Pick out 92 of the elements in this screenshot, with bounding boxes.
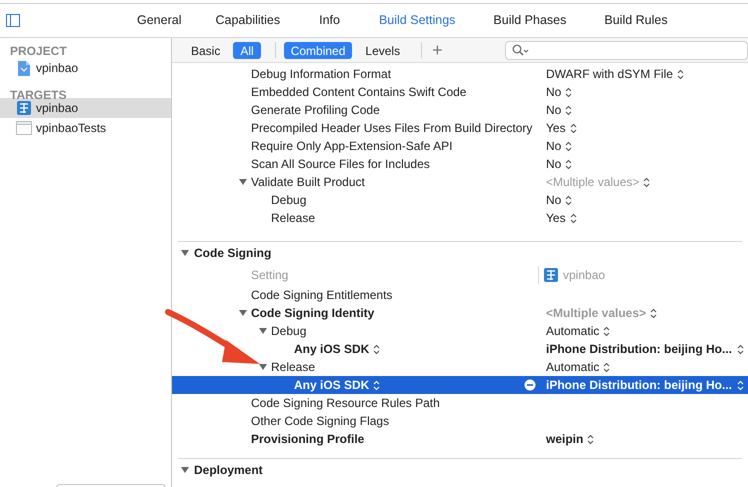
setting-value[interactable]: iPhone Distribution: beijing Ho... bbox=[546, 340, 748, 358]
filter-button[interactable]: Combined bbox=[284, 42, 352, 58]
setting-value[interactable]: weipin bbox=[546, 430, 748, 448]
tab[interactable]: Build Phases bbox=[493, 11, 566, 30]
setting-value[interactable]: Yes bbox=[546, 119, 748, 137]
setting-row[interactable]: Generate Profiling Code No bbox=[172, 101, 748, 119]
setting-label: Validate Built Product bbox=[251, 174, 365, 191]
popup-chevrons-icon bbox=[570, 122, 577, 134]
setting-label: Scan All Source Files for Includes bbox=[251, 156, 430, 173]
setting-label: Debug bbox=[271, 323, 306, 340]
setting-row[interactable]: Release Automatic bbox=[172, 358, 748, 376]
setting-row[interactable]: Embedded Content Contains Swift Code No bbox=[172, 83, 748, 101]
setting-label: Debug bbox=[271, 192, 306, 209]
setting-row[interactable]: Provisioning Profile weipin bbox=[172, 430, 748, 448]
setting-value[interactable]: No bbox=[546, 101, 748, 119]
setting-label: Require Only App-Extension-Safe API bbox=[251, 138, 452, 155]
filter-button[interactable]: Basic bbox=[184, 42, 228, 58]
setting-label: Precompiled Header Uses Files From Build Directory bbox=[251, 120, 532, 137]
sidebar-toggle-icon[interactable] bbox=[6, 14, 20, 27]
setting-row[interactable]: Code Signing Identity <Multiple values> bbox=[172, 304, 748, 322]
setting-value[interactable]: No bbox=[546, 83, 748, 101]
popup-chevrons-icon bbox=[737, 380, 744, 390]
document-icon bbox=[16, 60, 32, 76]
popup-chevrons-icon bbox=[603, 362, 610, 372]
setting-row[interactable]: Scan All Source Files for Includes No bbox=[172, 155, 748, 173]
filter-button[interactable]: Levels bbox=[358, 42, 408, 58]
popup-chevrons-icon bbox=[570, 212, 577, 224]
setting-value[interactable]: No bbox=[546, 155, 748, 173]
setting-row[interactable]: Precompiled Header Uses Files From Build Directory Yes bbox=[172, 119, 748, 137]
setting-label: Generate Profiling Code bbox=[251, 102, 380, 119]
setting-value[interactable]: No bbox=[546, 137, 748, 155]
popup-chevrons-icon bbox=[737, 344, 744, 354]
app-icon bbox=[16, 100, 32, 116]
popup-chevrons-icon bbox=[650, 308, 658, 318]
setting-label: Release bbox=[271, 359, 316, 376]
setting-label: Any iOS SDK bbox=[294, 377, 370, 394]
setting-row[interactable]: Any iOS SDK iPhone Distribution: beijing Ho... bbox=[172, 376, 748, 394]
add-button[interactable]: + bbox=[430, 41, 445, 59]
column-header: Setting bbox=[251, 268, 288, 282]
tab[interactable]: Capabilities bbox=[215, 11, 280, 30]
setting-row[interactable]: Code Signing Resource Rules Path bbox=[172, 394, 748, 412]
setting-label: Embedded Content Contains Swift Code bbox=[251, 84, 466, 101]
setting-label: Code Signing Entitlements bbox=[251, 287, 392, 304]
sidebar-heading: PROJECT bbox=[9, 43, 68, 58]
setting-row[interactable]: Other Code Signing Flags bbox=[172, 412, 748, 430]
popup-chevrons-icon bbox=[643, 176, 650, 188]
popup-chevrons-icon bbox=[587, 434, 594, 444]
setting-row[interactable]: Debug Automatic bbox=[172, 322, 748, 340]
tab[interactable]: General bbox=[137, 11, 182, 30]
setting-row[interactable]: Any iOS SDK iPhone Distribution: beijing Ho... bbox=[172, 340, 748, 358]
search-field[interactable] bbox=[504, 40, 748, 60]
popup-chevrons-icon bbox=[565, 104, 572, 116]
column-header: vpinbao bbox=[563, 267, 606, 284]
popup-chevrons-icon bbox=[565, 140, 572, 152]
setting-row[interactable]: Debug No bbox=[172, 191, 748, 209]
setting-label: Any iOS SDK bbox=[294, 341, 370, 358]
sidebar-item[interactable]: vpinbao bbox=[0, 58, 171, 78]
tab[interactable]: Info bbox=[319, 11, 340, 30]
section-header[interactable]: Deployment bbox=[172, 459, 748, 481]
setting-label: Provisioning Profile bbox=[251, 431, 364, 448]
blank-window-icon bbox=[16, 120, 32, 136]
filter-button[interactable]: All bbox=[233, 42, 261, 58]
setting-label: Code Signing Resource Rules Path bbox=[251, 395, 440, 412]
app-icon bbox=[543, 267, 559, 283]
setting-row[interactable]: Release Yes bbox=[172, 209, 748, 227]
setting-row[interactable]: Require Only App-Extension-Safe API No bbox=[172, 137, 748, 155]
setting-value[interactable]: Automatic bbox=[546, 358, 748, 376]
popup-chevrons-icon bbox=[603, 326, 610, 336]
popup-chevrons-icon bbox=[676, 68, 684, 80]
tab[interactable]: Build Settings bbox=[378, 11, 456, 30]
remove-icon[interactable] bbox=[524, 379, 536, 391]
setting-value[interactable]: Yes bbox=[546, 209, 748, 227]
popup-chevrons-icon bbox=[565, 194, 572, 206]
tab[interactable]: Build Rules bbox=[604, 11, 668, 30]
popup-chevrons-icon bbox=[565, 158, 572, 170]
search-icon bbox=[512, 44, 529, 56]
sidebar-item[interactable]: vpinbao bbox=[0, 98, 171, 118]
setting-label: Release bbox=[271, 210, 316, 227]
sidebar-heading: TARGETS bbox=[9, 87, 68, 98]
section-header[interactable]: Code Signing bbox=[172, 242, 748, 264]
setting-label: Code Signing Identity bbox=[251, 305, 374, 322]
popup-chevrons-icon bbox=[565, 86, 572, 98]
setting-label: Other Code Signing Flags bbox=[251, 413, 390, 430]
setting-row[interactable]: Code Signing Entitlements bbox=[172, 286, 748, 304]
setting-value[interactable]: Automatic bbox=[546, 322, 748, 340]
sidebar-item[interactable]: vpinbaoTests bbox=[0, 118, 171, 138]
setting-value[interactable]: No bbox=[546, 191, 748, 209]
setting-row[interactable]: Validate Built Product <Multiple values> bbox=[172, 173, 748, 191]
setting-label: Debug Information Format bbox=[251, 66, 392, 83]
setting-value[interactable]: DWARF with dSYM File bbox=[546, 65, 748, 83]
setting-value[interactable]: iPhone Distribution: beijing Ho... bbox=[546, 376, 748, 394]
setting-row[interactable]: Debug Information Format DWARF with dSYM File bbox=[172, 65, 748, 83]
